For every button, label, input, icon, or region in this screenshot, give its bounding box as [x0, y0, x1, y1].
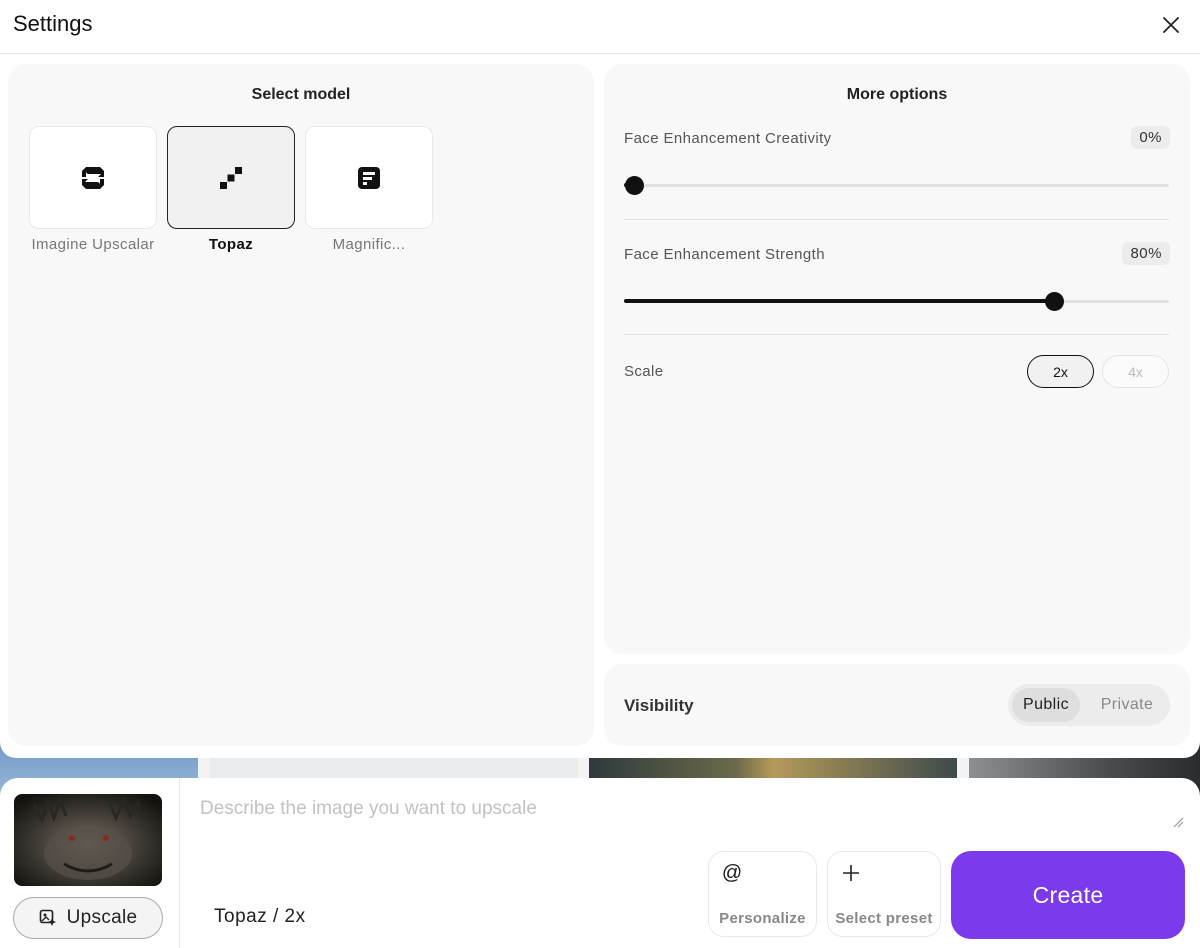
- select-preset-button[interactable]: Select preset: [827, 851, 941, 937]
- face-creativity-value: 0%: [1131, 126, 1170, 149]
- select-preset-label: Select preset: [835, 910, 933, 927]
- more-options-title: More options: [846, 86, 948, 103]
- imagine-logo-icon: [82, 166, 104, 189]
- slider-fill: [624, 299, 1054, 303]
- personalize-button[interactable]: @ Personalize: [708, 851, 817, 937]
- dragon-image: [14, 794, 162, 886]
- face-strength-value: 80%: [1122, 242, 1170, 265]
- plus-icon: [840, 862, 862, 884]
- visibility-toggle: Public Private: [1008, 684, 1170, 726]
- more-options-panel: More options Face Enhancement Creativity…: [604, 64, 1190, 654]
- scale-label: Scale: [624, 363, 664, 380]
- upscale-button[interactable]: Upscale: [13, 897, 163, 939]
- close-button[interactable]: [1160, 14, 1182, 36]
- topaz-logo-icon: [220, 166, 242, 189]
- prompt-input[interactable]: [200, 798, 1180, 836]
- model-card-magnific[interactable]: [305, 126, 433, 229]
- divider: [179, 778, 180, 948]
- magnific-logo-icon: [358, 166, 380, 189]
- divider: [624, 219, 1169, 220]
- visibility-option-public[interactable]: Public: [1012, 688, 1080, 722]
- slider-thumb[interactable]: [625, 176, 644, 195]
- scale-option-2x[interactable]: 2x: [1027, 355, 1094, 388]
- visibility-option-private[interactable]: Private: [1088, 688, 1166, 722]
- upscale-icon: [39, 909, 56, 926]
- model-card-imagine-upscalar[interactable]: [29, 126, 157, 229]
- divider: [624, 334, 1169, 335]
- model-summary: Topaz / 2x: [214, 906, 306, 927]
- source-image-thumbnail[interactable]: [14, 794, 162, 886]
- settings-modal: Settings Select model Imagine Upscalar T…: [0, 0, 1200, 758]
- visibility-label: Visibility: [624, 696, 694, 715]
- modal-header: Settings: [0, 0, 1200, 54]
- slider-track: [624, 184, 1169, 187]
- face-strength-slider[interactable]: [624, 291, 1169, 311]
- modal-title: Settings: [13, 11, 93, 36]
- prompt-bar: Upscale Topaz / 2x @ Personalize Select …: [0, 778, 1200, 948]
- model-label-topaz: Topaz: [208, 236, 254, 253]
- model-card-topaz[interactable]: [167, 126, 295, 229]
- at-sign-icon: @: [721, 861, 743, 884]
- upscale-label: Upscale: [66, 907, 138, 928]
- select-model-title: Select model: [251, 86, 351, 103]
- visibility-panel: Visibility Public Private: [604, 664, 1190, 746]
- model-label-imagine-upscalar: Imagine Upscalar: [31, 236, 155, 253]
- create-button[interactable]: Create: [951, 851, 1185, 939]
- close-icon: [1163, 17, 1179, 33]
- scale-option-4x[interactable]: 4x: [1102, 355, 1169, 388]
- select-model-panel: Select model Imagine Upscalar Topaz Magn…: [8, 64, 594, 746]
- face-strength-label: Face Enhancement Strength: [624, 246, 825, 263]
- personalize-label: Personalize: [719, 910, 806, 927]
- model-label-magnific: Magnific...: [332, 236, 406, 253]
- resize-grip-icon[interactable]: [1172, 816, 1184, 828]
- face-creativity-label: Face Enhancement Creativity: [624, 130, 832, 147]
- face-creativity-slider[interactable]: [624, 175, 1169, 195]
- slider-thumb[interactable]: [1045, 292, 1064, 311]
